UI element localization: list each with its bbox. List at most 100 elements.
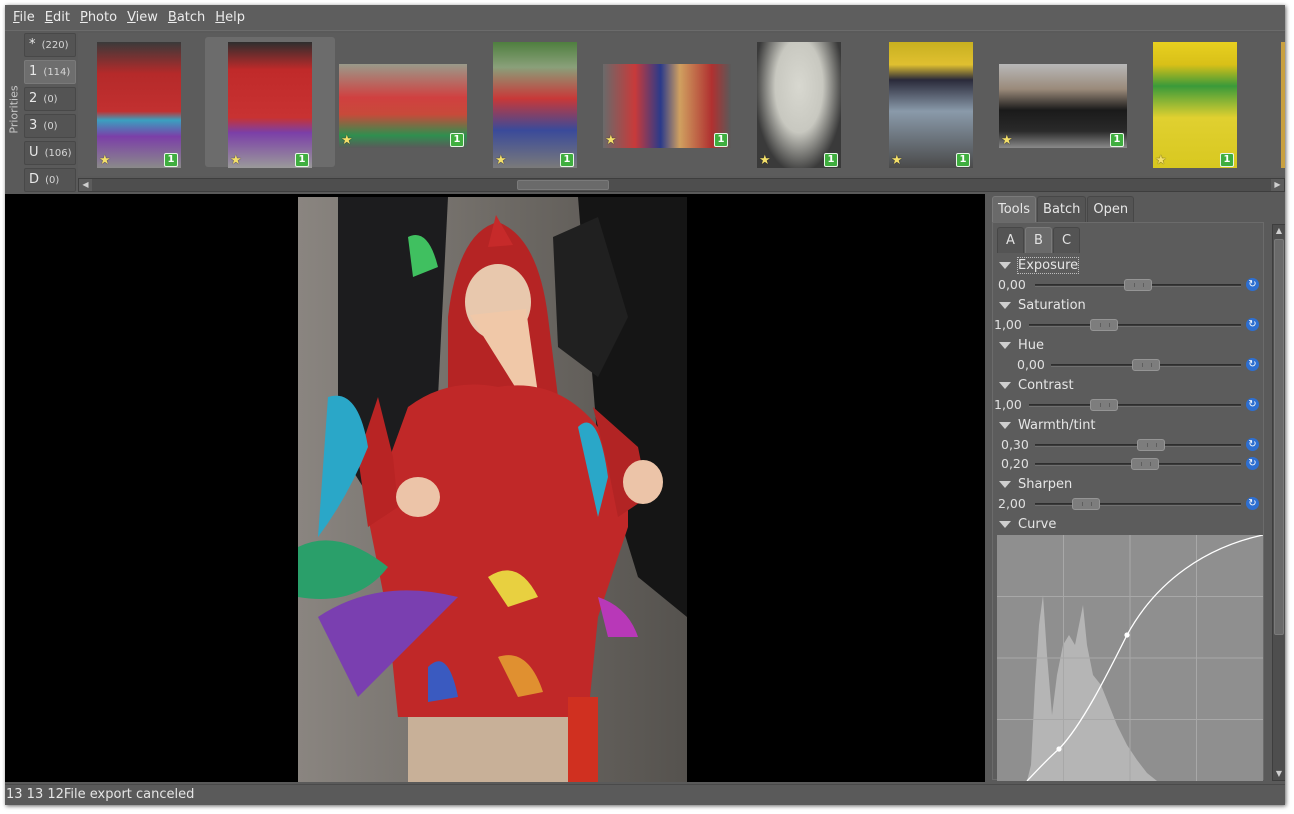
contrast-header[interactable]: Contrast xyxy=(997,376,1074,394)
priority-3-button[interactable]: 3 (0) xyxy=(24,114,76,138)
warmth-slider-knob[interactable] xyxy=(1137,439,1165,451)
priorities-label: Priorities xyxy=(7,85,21,134)
hue-value: 0,00 xyxy=(1017,357,1045,372)
thumbnail[interactable]: ★ 1 xyxy=(862,37,992,168)
scroll-right-icon[interactable]: ▶ xyxy=(1271,179,1284,191)
thumbnail-strip: ★ 1 ★ 1 ★ 1 ★ 1 ★ 1 ★ 1 ★ 1 ★ 1 ★ 1 xyxy=(78,33,1285,176)
thumbnail[interactable]: ★ 1 xyxy=(1125,37,1255,168)
curve-header[interactable]: Curve xyxy=(997,515,1056,533)
preview-photo xyxy=(298,197,687,782)
menu-view[interactable]: View xyxy=(122,5,163,30)
reset-icon[interactable]: ↻ xyxy=(1246,398,1259,411)
warmth-tint-header[interactable]: Warmth/tint xyxy=(997,416,1096,434)
saturation-slider-knob[interactable] xyxy=(1090,319,1118,331)
thumbnail-image xyxy=(228,42,312,168)
expander-triangle-icon xyxy=(999,520,1011,528)
reset-icon[interactable]: ↻ xyxy=(1246,457,1259,470)
curve-point[interactable] xyxy=(1056,746,1062,752)
priority-1-button[interactable]: 1 (114) xyxy=(24,60,76,84)
expander-triangle-icon xyxy=(999,381,1011,389)
thumbnail[interactable]: ★ 1 xyxy=(336,37,467,167)
warmth-slider-row: 0,30 ↻ xyxy=(997,436,1261,454)
priority-filter-list: * (220) 1 (114) 2 (0) 3 (0) U (106) D (0… xyxy=(24,33,76,195)
priority-unprioritized-button[interactable]: U (106) xyxy=(24,141,76,165)
sharpen-slider[interactable] xyxy=(1035,503,1241,506)
tab-open[interactable]: Open xyxy=(1087,196,1135,222)
expander-triangle-icon xyxy=(999,261,1011,269)
contrast-value: 1,00 xyxy=(994,397,1022,412)
thumbnail[interactable]: ★ 1 xyxy=(993,37,1127,167)
scroll-down-icon[interactable]: ▼ xyxy=(1273,768,1285,780)
image-viewer[interactable] xyxy=(5,194,985,782)
menu-batch[interactable]: Batch xyxy=(163,5,210,30)
exposure-value: 0,00 xyxy=(998,277,1026,292)
star-icon: ★ xyxy=(891,153,903,168)
thumbnail[interactable]: ★ 1 xyxy=(598,37,731,167)
hue-label: Hue xyxy=(1018,337,1045,353)
filmstrip-scrollbar[interactable]: ◀ ▶ xyxy=(78,178,1285,192)
exposure-slider-knob[interactable] xyxy=(1124,279,1152,291)
panel-scrollbar[interactable]: ▲ ▼ xyxy=(1272,224,1285,781)
menu-file[interactable]: File xyxy=(8,5,40,30)
tab-batch[interactable]: Batch xyxy=(1037,196,1087,222)
saturation-header[interactable]: Saturation xyxy=(997,296,1086,314)
menu-help[interactable]: Help xyxy=(210,5,250,30)
tab-snapshot-a[interactable]: A xyxy=(997,227,1024,253)
star-icon: ★ xyxy=(230,153,242,168)
contrast-slider-knob[interactable] xyxy=(1090,399,1118,411)
curve-point[interactable] xyxy=(1124,632,1130,638)
tint-slider-row: 0,20 ↻ xyxy=(997,455,1261,473)
reset-icon[interactable]: ↻ xyxy=(1246,497,1259,510)
thumbnail-image xyxy=(1153,42,1237,168)
thumbnail[interactable]: ★ 1 xyxy=(83,37,213,168)
saturation-slider[interactable] xyxy=(1029,324,1241,327)
sharpen-header[interactable]: Sharpen xyxy=(997,475,1072,493)
priority-deleted-button[interactable]: D (0) xyxy=(24,168,76,192)
hue-slider-knob[interactable] xyxy=(1132,359,1160,371)
thumbnail-image xyxy=(757,42,841,168)
priority-badge: 1 xyxy=(824,153,838,167)
menu-photo[interactable]: Photo xyxy=(75,5,122,30)
rawstudio-window: File Edit Photo View Batch Help Prioriti… xyxy=(5,5,1285,805)
menu-edit[interactable]: Edit xyxy=(40,5,75,30)
thumbnail-partial[interactable] xyxy=(1281,42,1285,168)
tab-snapshot-b[interactable]: B xyxy=(1025,227,1052,253)
star-icon: ★ xyxy=(1001,133,1013,148)
thumbnail[interactable]: ★ 1 xyxy=(730,37,860,168)
priority-all-button[interactable]: * (220) xyxy=(24,33,76,57)
sharpen-slider-knob[interactable] xyxy=(1072,498,1100,510)
scroll-left-icon[interactable]: ◀ xyxy=(79,179,92,191)
hue-header[interactable]: Hue xyxy=(997,336,1044,354)
priority-2-button[interactable]: 2 (0) xyxy=(24,87,76,111)
curve-label: Curve xyxy=(1018,516,1057,532)
thumbnail-selected[interactable]: ★ 1 xyxy=(205,37,335,168)
sharpen-label: Sharpen xyxy=(1018,476,1073,492)
tab-tools[interactable]: Tools xyxy=(992,196,1037,222)
saturation-value: 1,00 xyxy=(994,317,1022,332)
thumbnail-image xyxy=(493,42,577,168)
contrast-slider-row: 1,00 ↻ xyxy=(994,396,1261,414)
reset-icon[interactable]: ↻ xyxy=(1246,438,1259,451)
reset-icon[interactable]: ↻ xyxy=(1246,358,1259,371)
filmstrip: Priorities * (220) 1 (114) 2 (0) 3 (0) U… xyxy=(5,30,1285,193)
priority-badge: 1 xyxy=(1110,133,1124,147)
tint-slider-knob[interactable] xyxy=(1131,458,1159,470)
thumbnail[interactable]: ★ 1 xyxy=(466,37,596,168)
curve-editor[interactable] xyxy=(997,535,1263,781)
menubar: File Edit Photo View Batch Help xyxy=(5,5,1285,30)
thumbnail-image xyxy=(999,64,1127,148)
reset-icon[interactable]: ↻ xyxy=(1246,278,1259,291)
scrollbar-thumb[interactable] xyxy=(1274,239,1284,635)
scroll-up-icon[interactable]: ▲ xyxy=(1273,225,1285,237)
star-icon: ★ xyxy=(605,133,617,148)
exposure-label: Exposure xyxy=(1016,256,1080,274)
exposure-header[interactable]: Exposure xyxy=(997,256,1080,274)
contrast-slider[interactable] xyxy=(1029,404,1241,407)
saturation-label: Saturation xyxy=(1018,297,1086,313)
warmth-tint-label: Warmth/tint xyxy=(1018,417,1096,433)
scrollbar-thumb[interactable] xyxy=(517,180,609,190)
expander-triangle-icon xyxy=(999,341,1011,349)
reset-icon[interactable]: ↻ xyxy=(1246,318,1259,331)
tool-panel: Tools Batch Open A B C Exposure 0,00 ↻ S… xyxy=(989,194,1285,782)
tab-snapshot-c[interactable]: C xyxy=(1053,227,1080,253)
